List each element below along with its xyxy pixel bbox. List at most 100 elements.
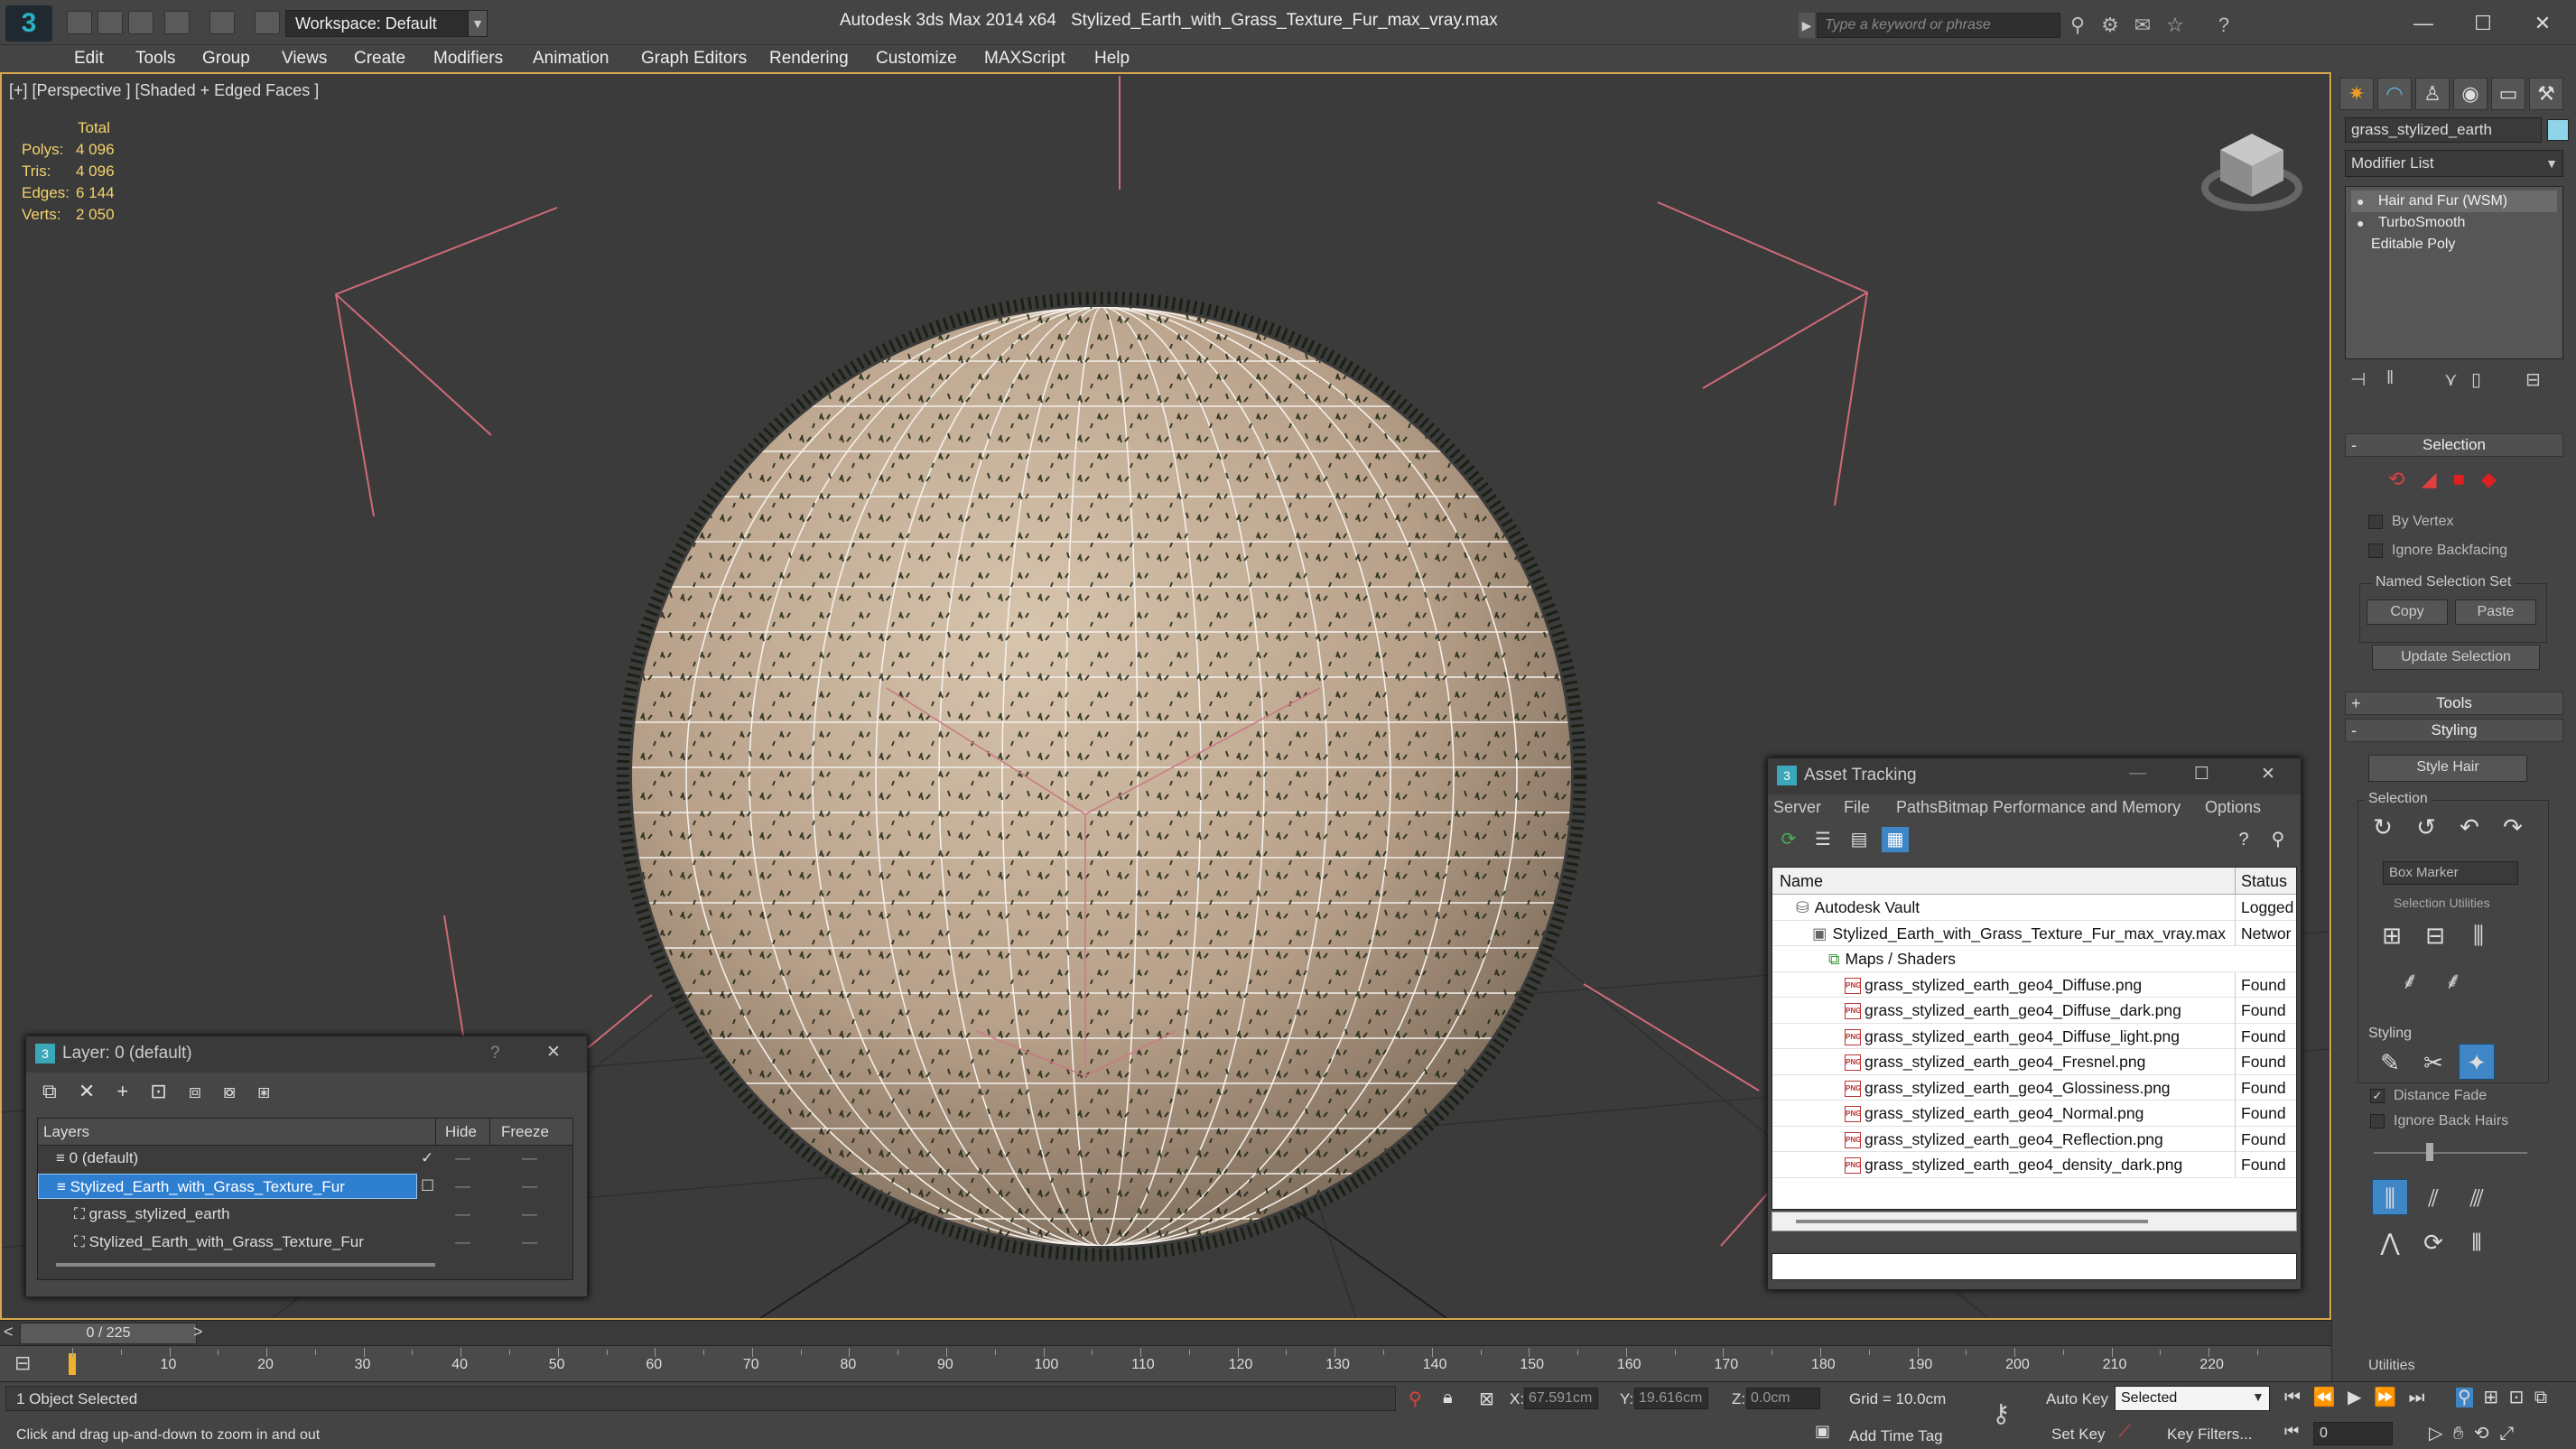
scrollbar-thumb[interactable] bbox=[1796, 1220, 2148, 1223]
light-bulb-icon[interactable]: ● bbox=[2357, 190, 2364, 212]
expand-selection-icon[interactable]: ↷ bbox=[2495, 809, 2531, 845]
undo-icon[interactable] bbox=[164, 11, 190, 34]
layer-row[interactable]: ⛶ grass_stylized_earth — — bbox=[38, 1202, 572, 1227]
help-icon[interactable]: ? bbox=[490, 1044, 500, 1064]
menu-views[interactable]: Views bbox=[282, 45, 327, 72]
key-mode-toggle-icon[interactable]: ⏮ bbox=[2284, 1422, 2299, 1441]
help-icon[interactable]: ? bbox=[2230, 827, 2257, 852]
hide-toggle[interactable]: — bbox=[455, 1174, 470, 1199]
create-tab-icon[interactable]: ✷ bbox=[2339, 78, 2374, 110]
stand-hair-icon[interactable]: ⫽ bbox=[2415, 1180, 2451, 1216]
key-mode-select[interactable]: Selected bbox=[2115, 1386, 2270, 1411]
brush-size-slider-track[interactable] bbox=[2374, 1152, 2527, 1154]
hide-toggle[interactable]: — bbox=[455, 1230, 470, 1255]
freeze-toggle[interactable]: — bbox=[522, 1230, 537, 1255]
update-selection-button[interactable]: Update Selection bbox=[2372, 645, 2540, 670]
hair-select-brush-icon[interactable]: ✦ bbox=[2459, 1044, 2495, 1080]
hair-brush-icon[interactable]: ✎ bbox=[2372, 1045, 2408, 1081]
x-coord-field[interactable]: 67.591cm bbox=[1524, 1388, 1598, 1409]
edge-select-icon[interactable]: ◢ bbox=[2422, 468, 2437, 490]
y-coord-field[interactable]: 19.616cm bbox=[1634, 1388, 1708, 1409]
hide-toggle[interactable]: — bbox=[455, 1146, 470, 1171]
menu-help[interactable]: Help bbox=[1094, 45, 1130, 72]
subscription-icon[interactable]: ⚙ bbox=[2097, 13, 2124, 38]
asset-row[interactable]: PNG grass_stylized_earth_geo4_Diffuse_dar… bbox=[1772, 998, 2296, 1024]
list-view-icon[interactable]: ☰ bbox=[1809, 827, 1837, 852]
current-layer-checkmark[interactable]: ☐ bbox=[421, 1174, 434, 1199]
menu-paths[interactable]: Paths bbox=[1896, 798, 1938, 817]
scale-hair-icon[interactable]: ⫴ bbox=[2459, 1224, 2495, 1260]
pin-stack-icon[interactable]: ⊣ bbox=[2350, 368, 2366, 391]
set-key-button[interactable]: Set Key bbox=[2051, 1426, 2106, 1444]
paste-button[interactable]: Paste bbox=[2455, 599, 2536, 625]
hierarchy-tab-icon[interactable]: ♙ bbox=[2415, 78, 2450, 110]
grow-icon[interactable]: ⸙ bbox=[2392, 962, 2428, 999]
distance-fade-checkbox[interactable]: ✓ Distance Fade bbox=[2370, 1085, 2487, 1107]
asset-row[interactable]: PNG grass_stylized_earth_geo4_Glossiness.… bbox=[1772, 1074, 2296, 1101]
project-folder-icon[interactable] bbox=[255, 11, 280, 34]
layer-scrollbar-thumb[interactable] bbox=[56, 1263, 435, 1267]
modifier-list-select[interactable]: Modifier List bbox=[2345, 150, 2563, 177]
face-select-icon[interactable]: ■ bbox=[2453, 468, 2465, 490]
configure-sets-icon[interactable]: ⊟ bbox=[2525, 368, 2541, 391]
asset-row[interactable]: ⛁ Autodesk Vault Logged bbox=[1772, 895, 2296, 921]
chevron-down-icon[interactable]: ▼ bbox=[2542, 152, 2562, 175]
layer-row[interactable]: ≡ 0 (default) ✓ — — bbox=[38, 1146, 572, 1171]
workspace-select[interactable]: Workspace: Default bbox=[285, 10, 475, 37]
asset-row[interactable]: PNG grass_stylized_earth_geo4_Fresnel.png… bbox=[1772, 1049, 2296, 1075]
hide-selected-icon[interactable]: ⊞ bbox=[2374, 917, 2410, 953]
zoom-extents-icon[interactable]: ⊡ bbox=[2509, 1388, 2525, 1407]
maximize-viewport-icon[interactable]: ⤢ bbox=[2499, 1424, 2514, 1444]
copy-button[interactable]: Copy bbox=[2367, 599, 2448, 625]
current-layer-checkmark[interactable]: ✓ bbox=[421, 1146, 433, 1171]
search-input[interactable]: Type a keyword or phrase bbox=[1817, 13, 2060, 38]
key-pencil-icon[interactable]: ⟋ bbox=[2118, 1422, 2131, 1443]
orbit-icon[interactable]: ⟲ bbox=[2474, 1424, 2489, 1444]
z-coord-field[interactable]: 0.0cm bbox=[1746, 1388, 1820, 1409]
play-icon[interactable]: ▶ bbox=[2348, 1388, 2361, 1407]
make-unique-icon[interactable]: ⋎ bbox=[2444, 368, 2458, 391]
time-slider-thumb[interactable]: 0 / 225 bbox=[20, 1323, 197, 1344]
display-tab-icon[interactable]: ▭ bbox=[2491, 78, 2525, 110]
track-bar[interactable]: ⊟ 10 20 30 40 50 60 70 80 90 100 110 120 130 140 150 16… bbox=[0, 1345, 2331, 1381]
style-hair-button[interactable]: Style Hair bbox=[2368, 755, 2527, 782]
rotate-hair-icon[interactable]: ⟳ bbox=[2415, 1224, 2451, 1260]
new-file-icon[interactable] bbox=[67, 11, 92, 34]
selection-rollout[interactable]: - Selection bbox=[2345, 433, 2563, 457]
workspace-dropdown-icon[interactable]: ▼ bbox=[468, 10, 488, 37]
box-marker-select[interactable]: Box Marker bbox=[2383, 861, 2518, 885]
pan-icon[interactable]: ✋︎ bbox=[2453, 1424, 2463, 1444]
asset-row[interactable]: PNG grass_stylized_earth_geo4_Normal.png F… bbox=[1772, 1101, 2296, 1127]
asset-row[interactable]: PNG grass_stylized_earth_geo4_Diffuse_lig… bbox=[1772, 1023, 2296, 1049]
time-tag-icon[interactable]: ▣ bbox=[1815, 1422, 1830, 1441]
app-logo-icon[interactable]: 3 bbox=[5, 5, 52, 42]
zoom-all-icon[interactable]: ⊞ bbox=[2483, 1388, 2498, 1407]
close-icon[interactable]: ✕ bbox=[2261, 764, 2275, 785]
clump-icon[interactable]: ⋀ bbox=[2372, 1224, 2408, 1260]
freeze-all-layers-icon[interactable]: ⧆ bbox=[257, 1080, 270, 1102]
menu-rendering[interactable]: Rendering bbox=[769, 45, 849, 72]
menu-server[interactable]: Server bbox=[1773, 798, 1821, 817]
show-hidden-icon[interactable]: ⊟ bbox=[2417, 917, 2453, 953]
asset-path-field[interactable] bbox=[1772, 1253, 2297, 1280]
communication-icon[interactable]: ✉ bbox=[2129, 13, 2156, 38]
current-frame-field[interactable]: 0 bbox=[2313, 1422, 2393, 1445]
asset-tracking-titlebar[interactable]: 3 Asset Tracking — ☐ ✕ bbox=[1768, 758, 2301, 794]
asset-row[interactable]: PNG grass_stylized_earth_geo4_Diffuse.png… bbox=[1772, 971, 2296, 998]
column-header-status[interactable]: Status bbox=[2235, 868, 2296, 895]
translate-hair-icon[interactable]: ⫼ bbox=[2372, 1179, 2408, 1215]
layer-dialog-titlebar[interactable]: 3 Layer: 0 (default) ? ✕ bbox=[26, 1036, 587, 1073]
brush-size-slider-thumb[interactable] bbox=[2426, 1143, 2433, 1161]
hair-cut-icon[interactable]: ✂ bbox=[2415, 1045, 2451, 1081]
redo-icon[interactable] bbox=[209, 11, 235, 34]
delete-layer-icon[interactable]: ✕ bbox=[79, 1080, 95, 1102]
freeze-toggle[interactable]: — bbox=[522, 1202, 537, 1227]
previous-frame-icon[interactable]: < bbox=[4, 1323, 14, 1342]
close-icon[interactable]: ✕ bbox=[2516, 7, 2570, 40]
styling-rollout[interactable]: - Styling bbox=[2345, 719, 2563, 742]
object-color-swatch[interactable] bbox=[2547, 119, 2569, 141]
help-icon[interactable]: ? bbox=[2210, 13, 2237, 38]
favorites-star-icon[interactable]: ☆ bbox=[2162, 13, 2189, 38]
object-name-field[interactable]: grass_stylized_earth bbox=[2345, 117, 2542, 143]
go-to-end-icon[interactable]: ⏭ bbox=[2408, 1388, 2424, 1407]
